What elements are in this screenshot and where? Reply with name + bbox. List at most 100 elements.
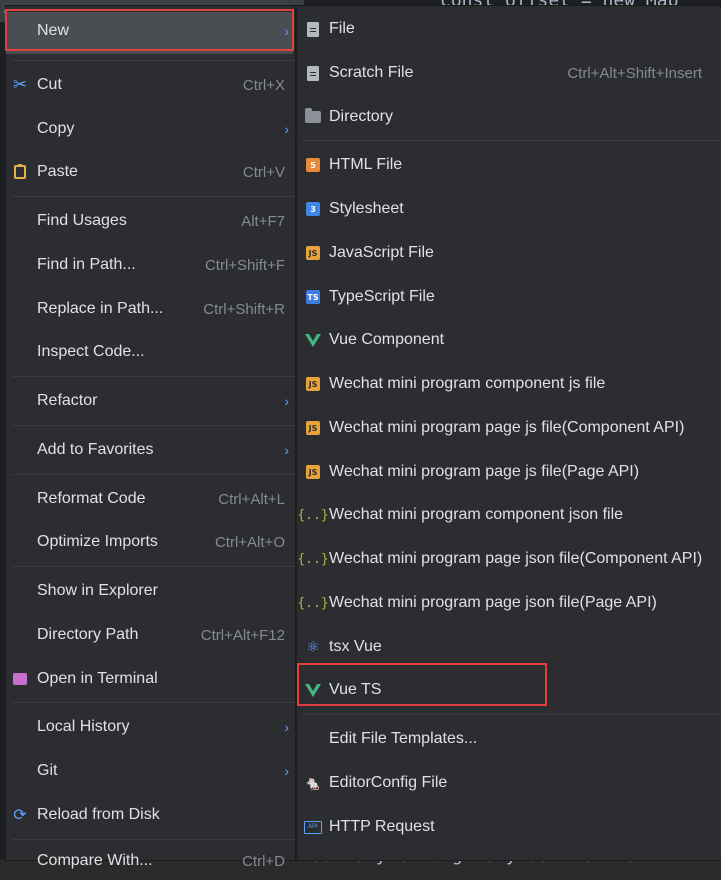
menu-item-label: Edit File Templates... xyxy=(329,730,478,747)
submenu-item-file[interactable]: File xyxy=(297,10,721,48)
menu-item-label: Replace in Path... xyxy=(37,300,164,317)
menu-item-show-in-explorer[interactable]: Show in Explorer xyxy=(6,572,295,610)
submenu-item-typescript-file[interactable]: TS TypeScript File xyxy=(297,278,721,316)
submenu-item-html-file[interactable]: 5 HTML File xyxy=(297,146,721,184)
menu-item-refactor[interactable]: Refactor › xyxy=(6,382,295,420)
menu-item-directory-path[interactable]: Directory Path Ctrl+Alt+F12 xyxy=(6,616,295,654)
html-icon: 5 xyxy=(303,155,323,175)
menu-item-replace-in-path[interactable]: Replace in Path... Ctrl+Shift+R xyxy=(6,290,295,328)
menu-separator xyxy=(303,140,721,141)
submenu-item-wechat-page-js-component-api[interactable]: JS Wechat mini program page js file(Comp… xyxy=(297,409,721,447)
menu-item-label: Refactor xyxy=(37,392,98,409)
shortcut: Ctrl+Alt+Shift+Insert xyxy=(567,64,702,82)
chevron-right-icon: › xyxy=(284,121,289,137)
shortcut: Ctrl+Shift+F xyxy=(204,256,285,274)
menu-item-label: Wechat mini program page json file(Page … xyxy=(329,594,657,611)
api-icon: API xyxy=(303,817,323,837)
shortcut: Ctrl+Alt+F12 xyxy=(200,626,285,644)
submenu-item-http-request[interactable]: API HTTP Request xyxy=(297,808,721,846)
menu-item-git[interactable]: Git › xyxy=(6,752,295,790)
menu-separator xyxy=(12,60,295,61)
menu-item-reformat-code[interactable]: Reformat Code Ctrl+Alt+L xyxy=(6,480,295,518)
submenu-item-scratch-file[interactable]: Scratch File Ctrl+Alt+Shift+Insert xyxy=(297,54,721,92)
menu-item-label: Inspect Code... xyxy=(37,343,145,360)
menu-item-label: Wechat mini program component json file xyxy=(329,506,624,523)
menu-separator xyxy=(12,566,295,567)
menu-item-label: Wechat mini program page json file(Compo… xyxy=(329,550,703,567)
javascript-icon: JS xyxy=(303,462,323,482)
menu-item-label: Find in Path... xyxy=(37,256,136,273)
submenu-item-tsx-vue[interactable]: ⚛ tsx Vue xyxy=(297,628,721,666)
menu-item-reload-from-disk[interactable]: ⟳ Reload from Disk xyxy=(6,796,295,834)
menu-separator xyxy=(303,714,721,715)
menu-item-inspect-code[interactable]: Inspect Code... xyxy=(6,333,295,371)
menu-item-label: Paste xyxy=(37,163,78,180)
json-icon: {..} xyxy=(297,507,329,523)
menu-item-label: Directory Path xyxy=(37,626,139,643)
chevron-right-icon: › xyxy=(284,442,289,458)
menu-item-label: tsx Vue xyxy=(329,638,382,655)
menu-separator xyxy=(12,839,295,840)
clipboard-icon xyxy=(10,162,30,182)
submenu-item-vue-component[interactable]: Vue Component xyxy=(297,321,721,359)
menu-item-compare-with[interactable]: Compare With... Ctrl+D xyxy=(6,842,295,880)
submenu-item-edit-file-templates[interactable]: Edit File Templates... xyxy=(297,720,721,758)
menu-item-paste[interactable]: Paste Ctrl+V xyxy=(6,153,295,191)
menu-item-add-to-favorites[interactable]: Add to Favorites › xyxy=(6,431,295,469)
json-icon: {..} xyxy=(297,551,329,567)
menu-item-label: Cut xyxy=(37,76,62,93)
menu-item-label: Local History xyxy=(37,718,130,735)
menu-item-label: Compare With... xyxy=(37,852,153,869)
context-menu: New › ✂ Cut Ctrl+X Copy › Paste Ctrl+V F… xyxy=(6,6,295,870)
javascript-icon: JS xyxy=(303,374,323,394)
submenu-item-wechat-page-js-page-api[interactable]: JS Wechat mini program page js file(Page… xyxy=(297,453,721,491)
chevron-right-icon: › xyxy=(284,763,289,779)
menu-item-cut[interactable]: ✂ Cut Ctrl+X xyxy=(6,66,295,104)
menu-item-label: Stylesheet xyxy=(329,200,404,217)
menu-item-label: Find Usages xyxy=(37,212,127,229)
submenu-item-wechat-component-js[interactable]: JS Wechat mini program component js file xyxy=(297,365,721,403)
menu-item-label: File xyxy=(329,20,355,37)
javascript-icon: JS xyxy=(303,243,323,263)
chevron-right-icon: › xyxy=(284,393,289,409)
react-icon: ⚛ xyxy=(306,639,320,656)
menu-item-copy[interactable]: Copy › xyxy=(6,110,295,148)
reload-icon: ⟳ xyxy=(13,807,27,824)
shortcut: Ctrl+X xyxy=(242,76,285,94)
menu-item-label: HTML File xyxy=(329,156,403,173)
menu-item-label: Vue Component xyxy=(329,331,445,348)
submenu-item-javascript-file[interactable]: JS JavaScript File xyxy=(297,234,721,272)
json-icon: {..} xyxy=(297,595,329,611)
submenu-item-wechat-component-json[interactable]: {..} Wechat mini program component json … xyxy=(297,496,721,534)
menu-item-label: Reformat Code xyxy=(37,490,146,507)
menu-item-label: EditorConfig File xyxy=(329,774,448,791)
submenu-item-directory[interactable]: Directory xyxy=(297,98,721,136)
typescript-icon: TS xyxy=(303,287,323,307)
menu-item-label: TypeScript File xyxy=(329,288,435,305)
submenu-item-editorconfig-file[interactable]: 🐁 EditorConfig File xyxy=(297,764,721,802)
new-submenu: File Scratch File Ctrl+Alt+Shift+Insert … xyxy=(296,6,721,860)
menu-item-label: Add to Favorites xyxy=(37,441,154,458)
menu-item-optimize-imports[interactable]: Optimize Imports Ctrl+Alt+O xyxy=(6,523,295,561)
submenu-item-stylesheet[interactable]: 3 Stylesheet xyxy=(297,190,721,228)
menu-separator xyxy=(12,425,295,426)
menu-item-local-history[interactable]: Local History › xyxy=(6,708,295,746)
menu-item-find-usages[interactable]: Find Usages Alt+F7 xyxy=(6,202,295,240)
menu-item-label: Directory xyxy=(329,108,394,125)
shortcut: Ctrl+Alt+O xyxy=(214,533,285,551)
menu-item-find-in-path[interactable]: Find in Path... Ctrl+Shift+F xyxy=(6,246,295,284)
menu-separator xyxy=(12,702,295,703)
editorconfig-icon: 🐁 xyxy=(304,774,322,791)
menu-item-open-in-terminal[interactable]: Open in Terminal xyxy=(6,660,295,698)
highlight-box-new xyxy=(5,9,294,51)
shortcut: Alt+F7 xyxy=(241,212,285,230)
menu-item-label: JavaScript File xyxy=(329,244,434,261)
shortcut: Ctrl+Alt+L xyxy=(218,490,285,508)
menu-item-label: Wechat mini program page js file(Compone… xyxy=(329,419,685,436)
menu-item-label: Wechat mini program page js file(Page AP… xyxy=(329,463,640,480)
shortcut: Ctrl+Shift+R xyxy=(203,300,285,318)
submenu-item-wechat-page-json-component-api[interactable]: {..} Wechat mini program page json file(… xyxy=(297,540,721,578)
submenu-item-wechat-page-json-page-api[interactable]: {..} Wechat mini program page json file(… xyxy=(297,584,721,622)
menu-item-label: Optimize Imports xyxy=(37,533,158,550)
css-icon: 3 xyxy=(303,199,323,219)
